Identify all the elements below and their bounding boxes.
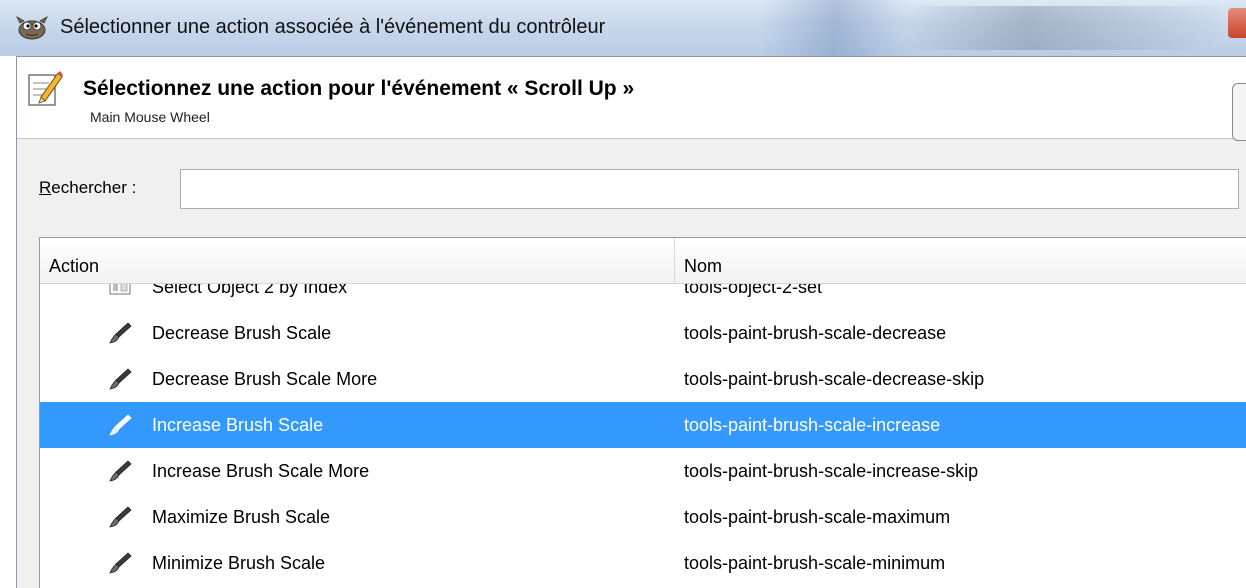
table-row[interactable]: Decrease Brush Scale More tools-paint-bru… (40, 356, 1246, 402)
row-action-label: Increase Brush Scale (152, 415, 324, 435)
row-action-name: tools-paint-brush-scale-decrease (684, 323, 947, 343)
close-button[interactable] (1228, 8, 1246, 38)
column-separator[interactable] (674, 238, 675, 284)
window-title-bar[interactable]: Sélectionner une action associée à l'évé… (0, 0, 1246, 56)
row-action-name: tools-paint-brush-scale-maximum (684, 507, 951, 527)
column-header-name[interactable]: Nom (684, 238, 722, 284)
edit-pencil-icon (28, 71, 63, 106)
window-title: Sélectionner une action associée à l'évé… (60, 16, 606, 38)
table-row[interactable]: Increase Brush Scale More tools-paint-bru… (40, 448, 1246, 494)
dialog-heading: Sélectionnez une action pour l'événement… (83, 77, 635, 100)
row-action-label: Decrease Brush Scale (152, 323, 332, 343)
paintbrush-icon (108, 552, 132, 574)
row-action-name: tools-paint-brush-scale-minimum (684, 553, 946, 573)
table-row[interactable]: Decrease Brush Scale tools-paint-brush-sc… (40, 310, 1246, 356)
paintbrush-icon (108, 414, 132, 436)
column-header-action[interactable]: Action (49, 238, 99, 284)
row-action-label: Decrease Brush Scale More (152, 369, 378, 389)
table-row[interactable]: Maximize Brush Scale tools-paint-brush-sc… (40, 494, 1246, 540)
paintbrush-icon (108, 322, 132, 344)
object-index-icon (108, 284, 132, 298)
row-action-name: tools-paint-brush-scale-decrease-skip (684, 369, 985, 389)
row-action-name: tools-paint-brush-scale-increase (684, 415, 941, 435)
search-input[interactable] (180, 169, 1239, 209)
column-header-row: Action Nom (40, 238, 1246, 284)
search-label: Rechercher : (39, 178, 136, 198)
dialog-frame: Sélectionnez une action pour l'événement… (16, 56, 1246, 588)
paintbrush-icon (108, 506, 132, 528)
row-action-label: Maximize Brush Scale (152, 507, 331, 527)
table-row[interactable]: Select Object 2 by Index tools-object-2-s… (40, 284, 1246, 310)
row-action-name: tools-object-2-set (684, 284, 823, 297)
row-action-label: Minimize Brush Scale (152, 553, 326, 573)
search-label-text: echercher : (51, 178, 137, 197)
table-row[interactable]: Minimize Brush Scale tools-paint-brush-sc… (40, 540, 1246, 586)
row-action-label: Increase Brush Scale More (152, 461, 370, 481)
background-blur (900, 6, 1220, 50)
header-side-button[interactable] (1232, 83, 1246, 141)
table-row[interactable]: Increase Brush Scale tools-paint-brush-sc… (40, 402, 1246, 448)
gimp-wilber-icon (16, 15, 48, 40)
row-action-name: tools-paint-brush-scale-increase-skip (684, 461, 979, 481)
background-blur (760, 0, 910, 56)
dialog-subheading: Main Mouse Wheel (90, 109, 210, 125)
action-rows: Select Object 2 by Index tools-object-2-s… (40, 284, 1246, 588)
dialog-header: Sélectionnez une action pour l'événement… (17, 57, 1246, 141)
search-label-mnemonic: R (39, 178, 52, 197)
paintbrush-icon (108, 460, 132, 482)
action-tree-view[interactable]: Action Nom Select Object 2 by Index tools… (39, 237, 1246, 588)
paintbrush-icon (108, 368, 132, 390)
row-action-label: Select Object 2 by Index (152, 284, 348, 297)
